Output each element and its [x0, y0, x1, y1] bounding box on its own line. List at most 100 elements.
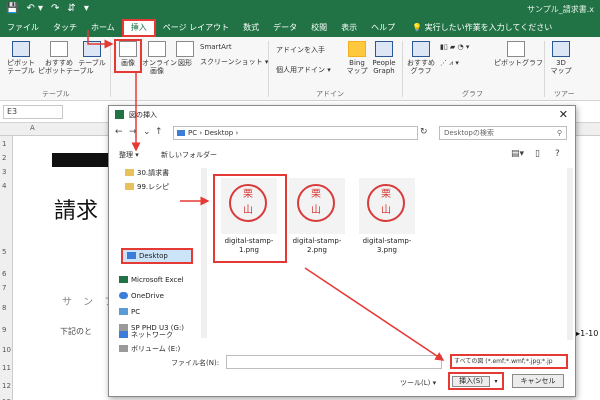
- row-number[interactable]: 7: [2, 284, 6, 292]
- tell-me-search[interactable]: 💡 実行したい作業を入力してください: [402, 19, 552, 37]
- 3d-map-button[interactable]: 3D マップ: [550, 41, 572, 75]
- customize-qat-icon[interactable]: ▾: [84, 3, 89, 15]
- cancel-button[interactable]: キャンセル: [512, 374, 564, 388]
- bing-maps-label: Bing マップ: [346, 59, 368, 75]
- file-type-filter[interactable]: すべての図 (*.emf;*.wmf;*.jpg;*.jp: [450, 354, 568, 369]
- nav-item-folder[interactable]: 30.請求書: [125, 168, 169, 178]
- people-graph-button[interactable]: People Graph: [370, 41, 398, 75]
- save-icon[interactable]: 💾: [6, 3, 18, 15]
- pivot-chart-icon: [507, 41, 525, 57]
- nav-item-onedrive[interactable]: OneDrive: [119, 292, 164, 300]
- table-button[interactable]: テーブル: [78, 41, 106, 67]
- up-icon[interactable]: ↑: [155, 127, 163, 137]
- people-graph-label: People Graph: [372, 59, 396, 75]
- preview-pane-icon[interactable]: ▯: [535, 149, 540, 159]
- nav-item-excel[interactable]: Microsoft Excel: [119, 276, 184, 284]
- tab-file[interactable]: ファイル: [0, 19, 46, 37]
- row-number[interactable]: 3: [2, 168, 6, 176]
- table-icon: [83, 41, 101, 57]
- file-tile[interactable]: 栗 山 digital-stamp-3.png: [355, 178, 419, 255]
- row-number[interactable]: 2: [2, 154, 6, 162]
- insert-dropdown[interactable]: ▾: [492, 376, 500, 387]
- get-addins-button[interactable]: アドインを入手: [276, 45, 325, 55]
- chart-types-icon-2[interactable]: ⋰ ⩘ ▾: [440, 59, 459, 68]
- tab-home[interactable]: ホーム: [84, 19, 122, 37]
- bing-maps-button[interactable]: Bing マップ: [346, 41, 368, 75]
- nav-scrollbar[interactable]: [201, 168, 207, 338]
- row-number[interactable]: 4: [2, 182, 6, 190]
- file-name: digital-stamp-3.png: [362, 237, 412, 254]
- insert-button[interactable]: 挿入(S): [452, 376, 490, 387]
- new-folder-button[interactable]: 新しいフォルダー: [161, 150, 217, 160]
- picture-highlight: [114, 39, 142, 73]
- refresh-icon[interactable]: ↻: [420, 127, 428, 137]
- screenshot-button[interactable]: スクリーンショット ▾: [200, 57, 268, 67]
- tab-view[interactable]: 表示: [334, 19, 364, 37]
- smartart-button[interactable]: SmartArt: [200, 43, 232, 51]
- filename-input[interactable]: [226, 355, 442, 369]
- ribbon-divider: [402, 41, 403, 97]
- recommended-charts-button[interactable]: おすすめ グラフ: [406, 41, 436, 75]
- dialog-title-bar: 図の挿入 ✕: [109, 106, 575, 123]
- tab-help[interactable]: ヘルプ: [364, 19, 402, 37]
- row-header: 1 2 3 4 5 6 7 8 9 10 11 12 13: [0, 136, 13, 400]
- tab-formulas[interactable]: 数式: [236, 19, 266, 37]
- row-number[interactable]: 12: [2, 382, 11, 390]
- tab-insert[interactable]: 挿入: [121, 19, 156, 37]
- filename-label: ファイル名(N):: [171, 359, 220, 367]
- nav-item-pc[interactable]: PC: [119, 308, 140, 316]
- tab-page-layout[interactable]: ページ レイアウト: [156, 19, 236, 37]
- redo-icon[interactable]: ↷: [51, 3, 59, 15]
- shapes-label: 図形: [178, 59, 192, 67]
- insert-highlight: 挿入(S) ▾: [448, 372, 504, 390]
- row-number[interactable]: 6: [2, 270, 6, 278]
- pivot-table-button[interactable]: ピボット テーブル: [4, 41, 38, 75]
- name-box[interactable]: E3: [3, 105, 63, 119]
- online-pictures-label: オンライン 画像: [142, 59, 177, 75]
- pc-icon: [177, 130, 185, 136]
- column-a-header[interactable]: A: [30, 124, 35, 132]
- pivot-chart-button[interactable]: ピボットグラフ: [494, 41, 543, 67]
- back-icon[interactable]: ←: [115, 127, 123, 137]
- undo-icon[interactable]: ↶ ▾: [26, 3, 43, 15]
- stamp-thumbnail: 栗 山: [289, 178, 345, 234]
- stamp-image: 栗 山: [297, 184, 335, 222]
- my-addins-button[interactable]: 個人用アドイン ▾: [276, 65, 331, 75]
- bing-icon: [348, 41, 366, 57]
- tools-button[interactable]: ツール(L) ▾: [400, 378, 436, 388]
- row-number[interactable]: 1: [2, 140, 6, 148]
- online-pictures-button[interactable]: オンライン 画像: [142, 41, 177, 75]
- nav-item-folder[interactable]: 99.レシピ: [125, 182, 169, 192]
- row-number[interactable]: 9: [2, 326, 6, 334]
- help-icon[interactable]: ?: [555, 149, 560, 159]
- recommended-charts-icon: [412, 41, 430, 57]
- forward-icon[interactable]: →: [129, 127, 137, 137]
- row-number[interactable]: 5: [2, 248, 6, 256]
- file-tile[interactable]: 栗 山 digital-stamp-2.png: [285, 178, 349, 255]
- nav-item-volume[interactable]: ボリューム (E:): [119, 344, 180, 354]
- chevron-down-icon[interactable]: ⌄: [143, 127, 151, 137]
- chart-types-icon[interactable]: ▮▯ ▰ ◔ ▾: [440, 43, 469, 51]
- files-scrollbar[interactable]: [567, 168, 573, 340]
- header-bar: [52, 153, 112, 167]
- tab-touch[interactable]: タッチ: [46, 19, 84, 37]
- navigation-pane: 30.請求書 99.レシピ Desktop Microsoft Excel On…: [109, 164, 207, 342]
- nav-item-desktop[interactable]: Desktop: [127, 252, 168, 260]
- shapes-button[interactable]: 図形: [174, 41, 196, 67]
- view-options-icon[interactable]: ▤▾: [511, 149, 524, 159]
- row-number[interactable]: 10: [2, 346, 11, 354]
- tab-data[interactable]: データ: [266, 19, 304, 37]
- address-bar[interactable]: PC › Desktop ›: [173, 126, 418, 140]
- tab-review[interactable]: 校閲: [304, 19, 334, 37]
- recommended-pivot-button[interactable]: おすすめ ピボットテーブル: [38, 41, 94, 75]
- nav-label: Microsoft Excel: [131, 276, 184, 284]
- row-number[interactable]: 8: [2, 304, 6, 312]
- excel-icon: [119, 276, 128, 283]
- search-input[interactable]: Desktopの検索 ⚲: [439, 126, 567, 140]
- touch-mode-icon[interactable]: ⇵: [67, 3, 75, 15]
- nav-item-network[interactable]: ネットワーク: [119, 330, 173, 340]
- close-icon[interactable]: ✕: [559, 108, 568, 121]
- online-pictures-icon: [148, 41, 166, 57]
- row-number[interactable]: 11: [2, 364, 11, 372]
- organize-button[interactable]: 整理 ▾: [119, 150, 139, 160]
